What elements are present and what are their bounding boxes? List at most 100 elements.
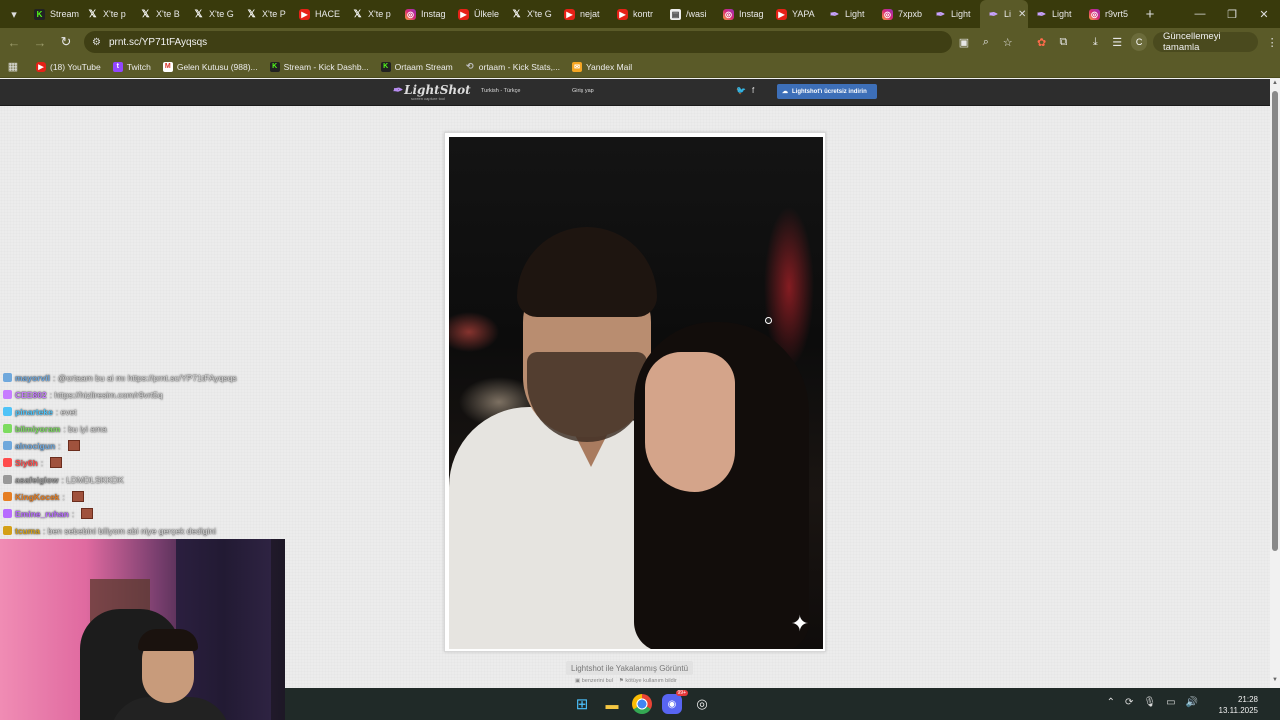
- bookmark-item[interactable]: t Twitch: [112, 61, 151, 72]
- tab-17[interactable]: ✒ Light: [927, 0, 980, 28]
- media-icon[interactable]: ☰: [1109, 33, 1125, 51]
- screenshot-image[interactable]: ✦: [449, 137, 823, 649]
- yt-favicon-icon: ▶: [776, 8, 787, 20]
- tab-label: X'te P: [262, 9, 286, 19]
- tab-9[interactable]: 𝕏 X'te G: [503, 0, 556, 28]
- tab-5[interactable]: ▶ HACE: [291, 0, 344, 28]
- facebook-icon[interactable]: f: [752, 86, 754, 95]
- download-button[interactable]: ☁ Lightshot'ı ücretsiz indirin: [777, 84, 877, 99]
- bookmark-item[interactable]: ⟲ ortaam - Kick Stats,...: [465, 61, 560, 72]
- discord-icon[interactable]: ◉ 99+: [662, 690, 688, 714]
- tab-10[interactable]: ▶ nejat: [556, 0, 609, 28]
- tab-label: YAPA: [792, 9, 815, 19]
- photo-hair-shape: [517, 227, 657, 317]
- find-similar-link[interactable]: ▣ benzerini bul: [575, 678, 613, 684]
- lightshot-logo[interactable]: ✒ LightShot: [392, 83, 471, 97]
- sparkle-icon: ✦: [790, 611, 809, 636]
- page-scrollbar[interactable]: ▲ ▼: [1270, 79, 1280, 688]
- tab-label: nejat: [580, 9, 600, 19]
- minimize-icon[interactable]: —: [1184, 0, 1216, 28]
- chat-message: KingKocek :: [0, 488, 290, 505]
- scroll-thumb[interactable]: [1272, 91, 1278, 551]
- sync-icon[interactable]: ⟳: [1125, 697, 1133, 708]
- profile-avatar[interactable]: C: [1131, 33, 1147, 51]
- chat-username: bilmiyoram: [15, 423, 61, 434]
- tab-19[interactable]: ✒ Light: [1028, 0, 1081, 28]
- microphone-icon[interactable]: 🎙: [1143, 697, 1156, 708]
- scroll-up-icon[interactable]: ▲: [1270, 80, 1280, 90]
- scroll-down-icon[interactable]: ▼: [1270, 677, 1280, 687]
- chat-message: [0, 352, 290, 369]
- chat-emote-icon: [81, 508, 94, 519]
- menu-icon[interactable]: ⋮: [1264, 33, 1280, 51]
- bookmark-item[interactable]: M Gelen Kutusu (988)...: [162, 61, 258, 72]
- close-window-icon[interactable]: ✕: [1248, 0, 1280, 28]
- address-bar[interactable]: ⚙ prnt.sc/YP71tFAyqsqs: [84, 31, 952, 53]
- tab-6[interactable]: 𝕏 X'te p: [344, 0, 397, 28]
- update-button[interactable]: Güncellemeyi tamamla: [1153, 31, 1259, 53]
- tab-label: Ülkele: [474, 9, 500, 19]
- apps-grid-icon[interactable]: ▦: [2, 60, 24, 73]
- bookmark-item[interactable]: K Ortaam Stream: [380, 61, 453, 72]
- file-explorer-icon[interactable]: ▬: [602, 694, 622, 714]
- login-link[interactable]: Giriş yap: [572, 88, 594, 94]
- zoom-icon[interactable]: ⌕: [978, 33, 994, 51]
- bookmark-star-icon[interactable]: ☆: [1000, 33, 1016, 51]
- screenshot-frame: ✦: [444, 132, 826, 652]
- download-icon[interactable]: ⤓: [1087, 33, 1103, 51]
- chat-message: CEE802 : https://hizliresim.com/r9vrt5q: [0, 386, 290, 403]
- webcam-hair-shape: [138, 629, 198, 651]
- tab-1[interactable]: 𝕏 X'te p: [79, 0, 132, 28]
- tab-18[interactable]: ✒ Li ✕: [980, 0, 1028, 28]
- tab-2[interactable]: 𝕏 X'te B: [132, 0, 185, 28]
- back-icon[interactable]: ←: [2, 30, 26, 54]
- tab-20[interactable]: ◎ r9vrt5: [1081, 0, 1134, 28]
- network-icon[interactable]: ▭: [1166, 697, 1175, 708]
- tab-close-icon[interactable]: ✕: [1018, 9, 1026, 20]
- chat-badge-icon: [3, 390, 12, 399]
- tab-13[interactable]: ◎ Instag: [715, 0, 768, 28]
- extension-icon[interactable]: ✿: [1034, 33, 1050, 51]
- tab-7[interactable]: ◎ Instag: [397, 0, 450, 28]
- tab-0[interactable]: K Stream: [26, 0, 79, 28]
- toolbar-actions: ▣ ⌕ ☆ ✿ ⧉ ⤓ ☰ C Güncellemeyi tamamla ⋮: [956, 28, 1280, 56]
- tab-12[interactable]: ▤ /wasi: [662, 0, 715, 28]
- bookmark-item[interactable]: ▶ (18) YouTube: [36, 61, 101, 72]
- chat-username: alnocigun: [15, 440, 56, 451]
- bookmark-label: (18) YouTube: [50, 61, 101, 72]
- yt-favicon-icon: ▶: [299, 8, 310, 20]
- tab-3[interactable]: 𝕏 X'te G: [185, 0, 238, 28]
- new-tab-button[interactable]: +: [1138, 6, 1162, 23]
- tab-4[interactable]: 𝕏 X'te P: [238, 0, 291, 28]
- obs-icon[interactable]: ◎: [692, 694, 712, 714]
- tab-8[interactable]: ▶ Ülkele: [450, 0, 503, 28]
- doc-favicon-icon: ▤: [670, 8, 681, 20]
- forward-icon[interactable]: →: [28, 30, 52, 54]
- install-app-icon[interactable]: ▣: [956, 33, 972, 51]
- tray-overflow-icon[interactable]: ⌃: [1107, 697, 1115, 708]
- extensions-puzzle-icon[interactable]: ⧉: [1056, 33, 1072, 51]
- volume-icon[interactable]: 🔊: [1186, 697, 1198, 708]
- image-actions: ▣ benzerini bul ⚑ kötüye kullanım bildir: [575, 678, 677, 684]
- tab-search-icon[interactable]: ▾: [2, 2, 26, 26]
- chat-badge-icon: [3, 424, 12, 433]
- tab-14[interactable]: ▶ YAPA: [768, 0, 821, 28]
- language-select[interactable]: Turkish - Türkçe: [481, 88, 520, 94]
- twitter-icon[interactable]: 🐦: [736, 86, 746, 95]
- bookmark-item[interactable]: K Stream - Kick Dashb...: [269, 61, 369, 72]
- lightshot-header: ✒ LightShot screen capture tool Turkish -…: [0, 79, 1270, 106]
- tab-11[interactable]: ▶ kontr: [609, 0, 662, 28]
- start-menu-icon[interactable]: ⊞: [572, 694, 592, 714]
- tab-label: X'te p: [103, 9, 126, 19]
- taskbar-clock[interactable]: 21:28 13.11.2025: [1219, 694, 1258, 716]
- bookmark-item[interactable]: ✉ Yandex Mail: [572, 61, 632, 72]
- report-abuse-link[interactable]: ⚑ kötüye kullanım bildir: [619, 678, 677, 684]
- restore-icon[interactable]: ❐: [1216, 0, 1248, 28]
- chat-username: tcuma: [15, 525, 41, 536]
- site-info-icon[interactable]: ⚙: [92, 37, 101, 48]
- tab-15[interactable]: ✒ Light: [821, 0, 874, 28]
- ot-favicon-icon: ⟲: [465, 61, 474, 71]
- chrome-icon[interactable]: [632, 694, 652, 714]
- tab-16[interactable]: ◎ 7xpxb: [874, 0, 927, 28]
- reload-icon[interactable]: ↻: [54, 30, 78, 54]
